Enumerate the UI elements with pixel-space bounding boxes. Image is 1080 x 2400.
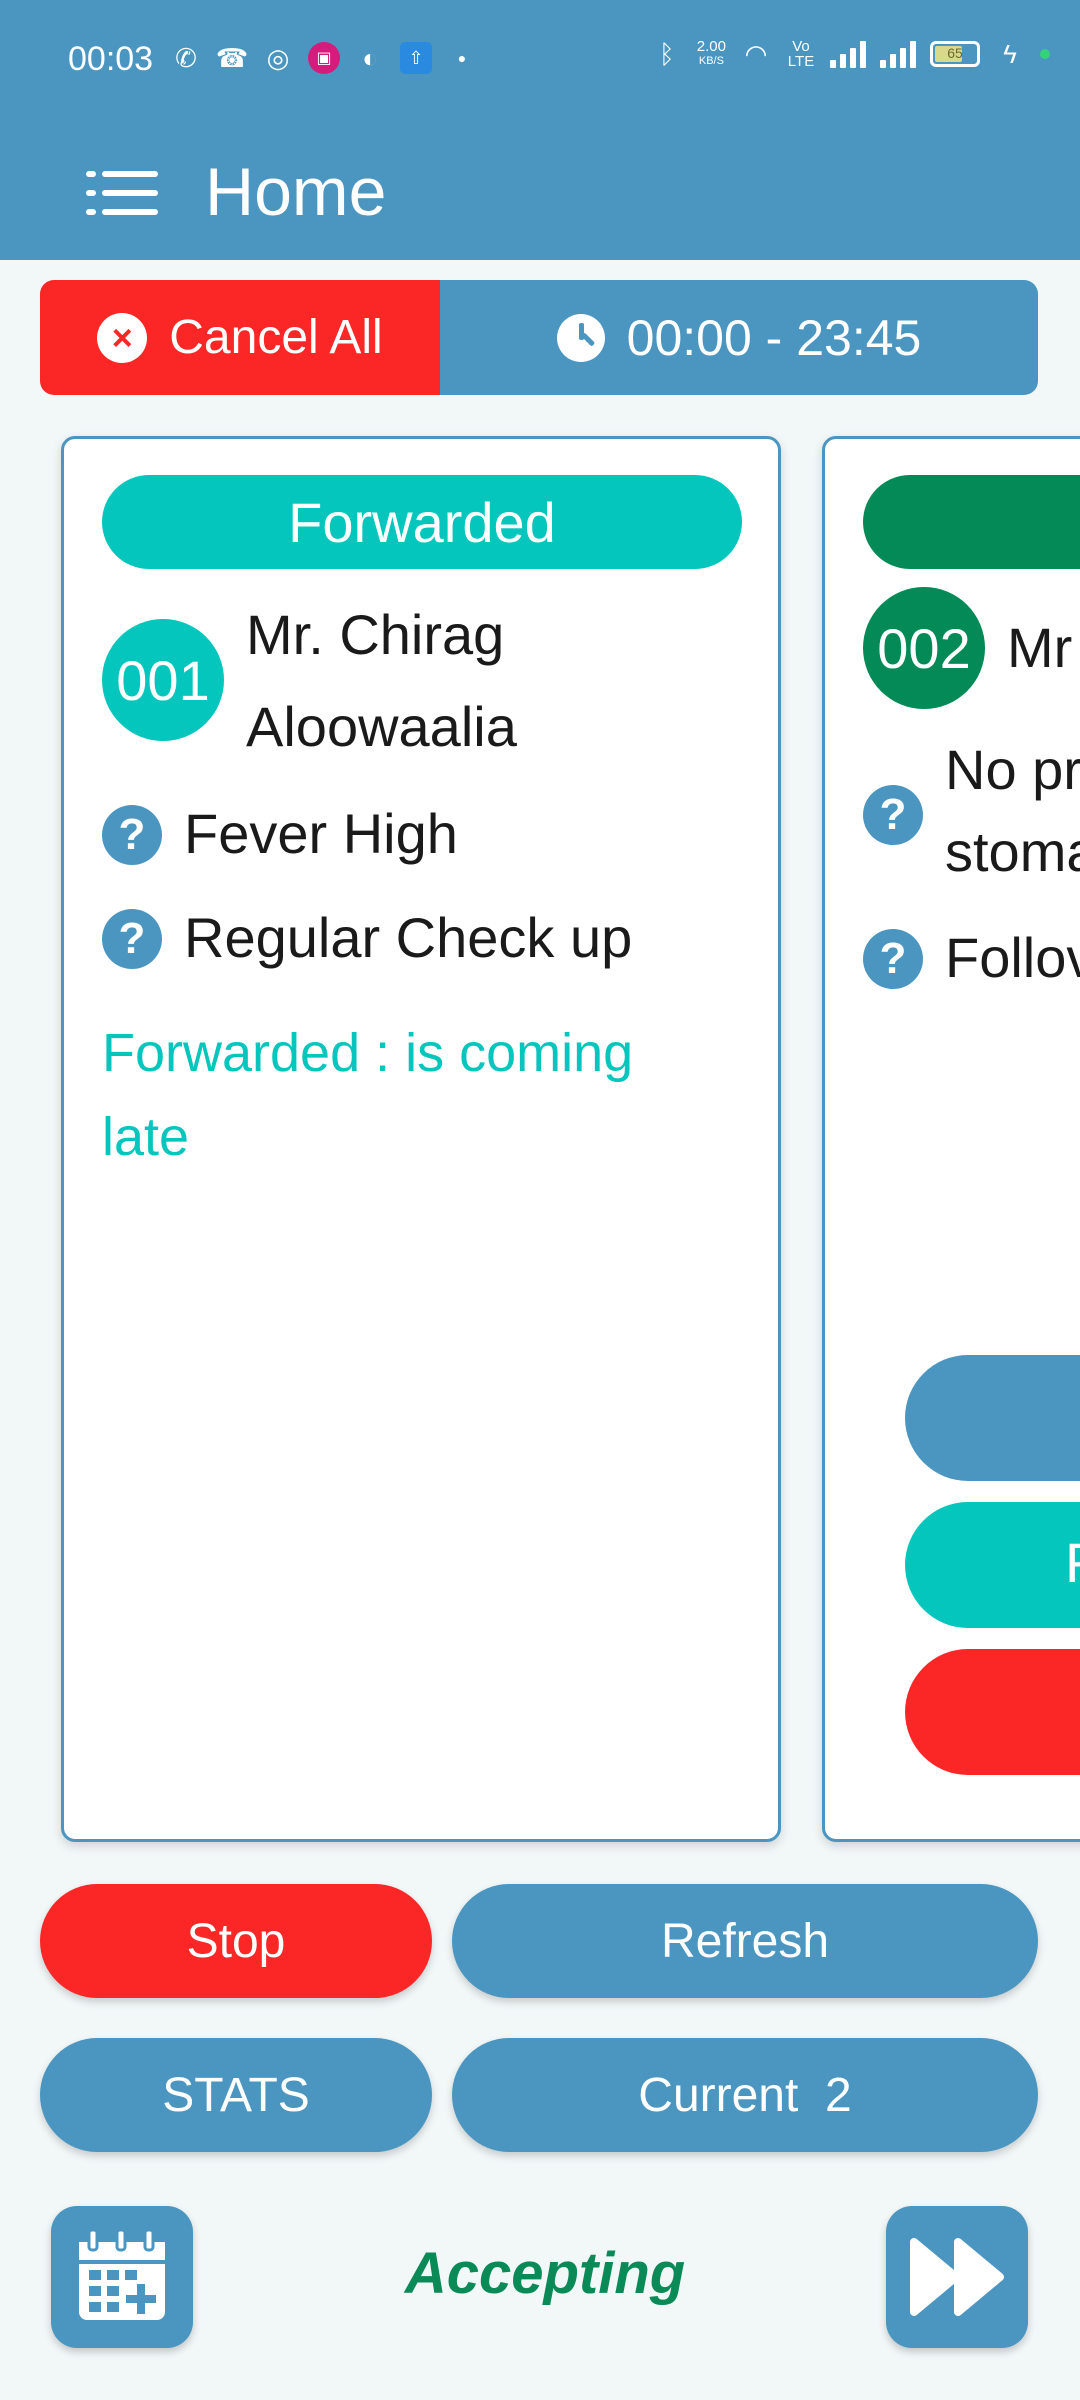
- current-button[interactable]: Current 2: [452, 2038, 1038, 2152]
- appointment-card[interactable]: Forwarded 001 Mr. Chirag Aloowaalia ? Fe…: [61, 436, 781, 1842]
- patient-name: Mr: [1007, 616, 1073, 679]
- signal-strength-2-icon: [880, 40, 916, 68]
- app-notification-icon: ▣: [308, 42, 340, 74]
- volte-indicator: Vo LTE: [787, 38, 815, 70]
- network-speed-unit: KB/S: [698, 55, 724, 67]
- token-badge: 002: [863, 587, 985, 709]
- question-icon: ?: [863, 785, 923, 845]
- forward-note-line2: late: [102, 1107, 190, 1167]
- notification-icons: ✆ ☎ ◎ ▣ ◐ ⇧ ●: [170, 42, 478, 74]
- calendar-add-button[interactable]: [51, 2206, 193, 2348]
- action-button[interactable]: [905, 1649, 1080, 1775]
- network-speed: 2.00 KB/S: [697, 39, 726, 69]
- system-icons: ᛒ 2.00 KB/S ◠ Vo LTE 65 ϟ: [651, 38, 1050, 70]
- bluetooth-icon: ᛒ: [658, 38, 675, 69]
- token-badge: 001: [102, 619, 224, 741]
- status-badge: Forwarded: [102, 475, 742, 569]
- fast-forward-icon: [910, 2238, 1004, 2316]
- stats-button[interactable]: STATS: [40, 2038, 432, 2152]
- cancel-all-label: Cancel All: [169, 311, 383, 364]
- patient-name: Mr. Chirag Aloowaalia: [246, 589, 517, 773]
- instagram-icon: ◎: [266, 42, 290, 73]
- chrome-icon: ◐: [362, 42, 378, 73]
- app-bar: Home: [0, 125, 1080, 260]
- filter-bar: × Cancel All 00:00 - 23:45: [40, 280, 1038, 395]
- action-button[interactable]: [905, 1355, 1080, 1481]
- phone-icon: ✆: [175, 42, 197, 73]
- question-icon: ?: [863, 929, 923, 989]
- reason-line2: stoma: [945, 820, 1080, 883]
- calendar-add-icon: [79, 2228, 165, 2320]
- privacy-dot-icon: [1040, 49, 1050, 59]
- network-speed-value: 2.00: [696, 38, 726, 55]
- clock-icon: [556, 313, 605, 362]
- patient-name-line1: Mr. Chirag: [246, 603, 505, 666]
- battery-level: 65: [947, 45, 963, 61]
- time-range-label: 00:00 - 23:45: [626, 309, 922, 366]
- status-time: 00:03: [68, 40, 154, 78]
- signal-strength-icon: [830, 40, 866, 68]
- more-dot-icon: ●: [457, 50, 467, 66]
- list-menu-icon[interactable]: [86, 171, 158, 215]
- charging-icon: ϟ: [1003, 38, 1017, 69]
- time-range-button[interactable]: 00:00 - 23:45: [440, 280, 1038, 395]
- stop-button[interactable]: Stop: [40, 1884, 432, 1998]
- reason-line1: No pr: [945, 738, 1080, 801]
- action-button[interactable]: F: [905, 1502, 1080, 1628]
- upload-icon: ⇧: [400, 42, 432, 74]
- cancel-all-button[interactable]: × Cancel All: [40, 280, 440, 395]
- question-icon: ?: [102, 909, 162, 969]
- page-title: Home: [205, 154, 387, 230]
- accepting-status: Accepting: [404, 2241, 686, 2306]
- patient-name-line2: Aloowaalia: [246, 695, 517, 758]
- battery-icon: 65: [930, 41, 980, 67]
- missed-call-icon: ☎: [215, 42, 249, 73]
- reason-text: Regular Check up: [184, 906, 633, 969]
- next-button[interactable]: [886, 2206, 1028, 2348]
- reason-text: No pr stoma: [945, 729, 1080, 893]
- appointment-card[interactable]: 002 Mr ? No pr stoma ? Follov F: [822, 436, 1080, 1842]
- question-icon: ?: [102, 805, 162, 865]
- wifi-icon: ◠: [744, 38, 768, 69]
- reason-text: Fever High: [184, 802, 458, 865]
- reason-text: Follov: [945, 926, 1080, 989]
- cancel-circle-icon: ×: [97, 312, 148, 363]
- forward-note: Forwarded : is coming late: [102, 1011, 633, 1179]
- forward-note-line1: Forwarded : is coming: [102, 1023, 634, 1083]
- status-badge: [863, 475, 1080, 569]
- refresh-button[interactable]: Refresh: [452, 1884, 1038, 1998]
- action-button-label: F: [1065, 1530, 1080, 1595]
- status-bar: 00:03 ✆ ☎ ◎ ▣ ◐ ⇧ ● ᛒ 2.00 KB/S ◠ Vo LTE…: [0, 0, 1080, 125]
